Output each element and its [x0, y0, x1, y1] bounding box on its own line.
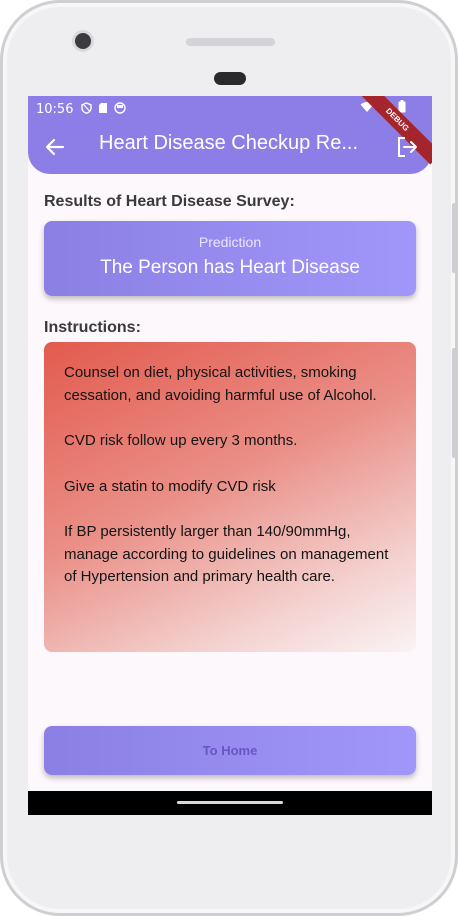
instruction-item: If BP persistently larger than 140/90mmH…	[64, 523, 389, 585]
phone-frame: 10:56 DEBUG Heart Disease Checkup Re... …	[0, 0, 458, 916]
power-button	[452, 348, 457, 458]
prediction-value: The Person has Heart Disease	[100, 257, 360, 278]
results-heading: Results of Heart Disease Survey:	[44, 193, 295, 210]
earpiece-speaker	[186, 38, 275, 46]
proximity-sensor	[214, 72, 246, 85]
instruction-item: Give a statin to modify CVD risk	[64, 477, 276, 495]
shield-icon	[81, 101, 93, 117]
logout-icon	[394, 137, 420, 164]
front-camera	[75, 33, 91, 49]
instruction-item: Counsel on diet, physical activities, sm…	[64, 364, 377, 404]
arrow-left-icon	[42, 138, 68, 164]
to-home-button[interactable]: To Home	[44, 726, 416, 775]
status-bar: 10:56 DEBUG	[36, 96, 432, 165]
home-gesture-handle[interactable]	[177, 801, 283, 804]
instructions-heading: Instructions:	[44, 319, 141, 336]
system-nav-bar	[28, 791, 432, 815]
face-icon	[114, 101, 127, 117]
logout-button[interactable]	[394, 134, 420, 160]
prediction-label: Prediction	[198, 234, 262, 250]
instruction-item: CVD risk follow up every 3 months.	[64, 432, 298, 449]
prediction-card: Prediction The Person has Heart Disease	[44, 221, 416, 296]
screen: 10:56 DEBUG Heart Disease Checkup Re... …	[28, 96, 432, 815]
volume-button	[452, 203, 457, 273]
sd-card-icon	[98, 102, 108, 117]
instructions-card: Counsel on diet, physical activities, sm…	[44, 342, 416, 652]
back-button[interactable]	[42, 134, 68, 160]
status-time: 10:56	[36, 101, 74, 117]
app-bar: 10:56 DEBUG Heart Disease Checkup Re...	[28, 96, 432, 174]
page-title: Heart Disease Checkup Re...	[99, 132, 359, 154]
